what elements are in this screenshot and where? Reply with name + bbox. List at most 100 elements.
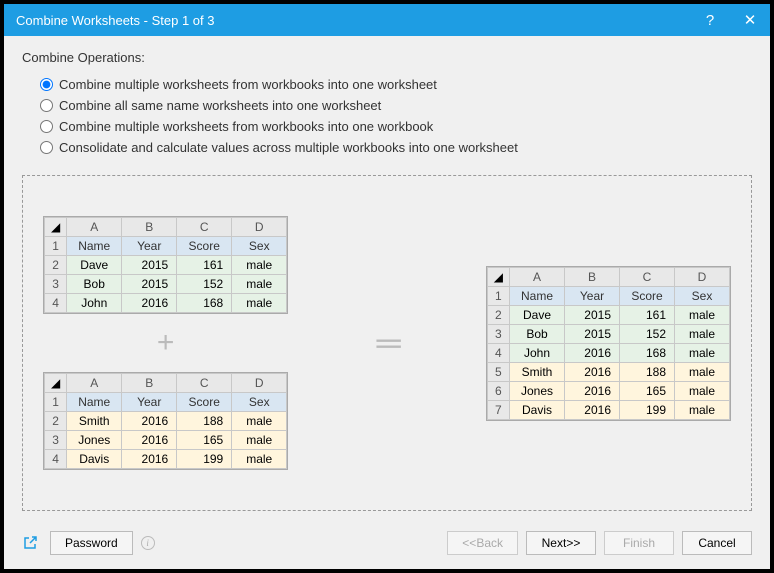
- select-all-corner: ◢: [487, 267, 509, 286]
- radio-input-2[interactable]: [40, 99, 53, 112]
- cell: Name: [510, 286, 565, 305]
- cell: Score: [620, 286, 675, 305]
- source-sheets: ◢ABCD 1NameYearScoreSex 2Dave2015161male…: [43, 216, 288, 470]
- cell: Bob: [510, 324, 565, 343]
- cell: male: [232, 275, 287, 294]
- radio-label: Combine multiple worksheets from workboo…: [59, 119, 433, 134]
- radio-label: Combine multiple worksheets from workboo…: [59, 77, 437, 92]
- cell: male: [232, 256, 287, 275]
- row-header: 3: [45, 431, 67, 450]
- col-header: B: [122, 374, 177, 393]
- col-header: C: [620, 267, 675, 286]
- col-header: C: [177, 374, 232, 393]
- select-all-corner: ◢: [45, 218, 67, 237]
- cell: 188: [620, 362, 675, 381]
- cell: 152: [620, 324, 675, 343]
- titlebar: Combine Worksheets - Step 1 of 3 ? ✕: [4, 4, 770, 36]
- cell: Dave: [510, 305, 565, 324]
- source-sheet-1: ◢ABCD 1NameYearScoreSex 2Dave2015161male…: [43, 216, 288, 314]
- row-header: 4: [45, 294, 67, 313]
- password-button[interactable]: Password: [50, 531, 133, 555]
- plus-icon: +: [157, 326, 175, 360]
- cell: 168: [177, 294, 232, 313]
- row-header: 4: [45, 450, 67, 469]
- cell: John: [67, 294, 122, 313]
- radio-input-4[interactable]: [40, 141, 53, 154]
- radio-label: Combine all same name worksheets into on…: [59, 98, 381, 113]
- col-header: A: [67, 218, 122, 237]
- close-button[interactable]: ✕: [730, 4, 770, 36]
- cell: Smith: [67, 412, 122, 431]
- help-button[interactable]: ?: [690, 4, 730, 36]
- col-header: A: [67, 374, 122, 393]
- cell: male: [675, 400, 730, 419]
- radio-into-workbook[interactable]: Combine multiple worksheets from workboo…: [40, 119, 752, 134]
- cell: Name: [67, 237, 122, 256]
- cell: Sex: [675, 286, 730, 305]
- row-header: 3: [45, 275, 67, 294]
- row-header: 7: [487, 400, 509, 419]
- source-sheet-2: ◢ABCD 1NameYearScoreSex 2Smith2016188mal…: [43, 372, 288, 470]
- cell: 2015: [565, 305, 620, 324]
- cell: male: [232, 294, 287, 313]
- cell: male: [232, 450, 287, 469]
- row-header: 2: [45, 412, 67, 431]
- back-button: <<Back: [447, 531, 518, 555]
- cell: Smith: [510, 362, 565, 381]
- preview-panel: ◢ABCD 1NameYearScoreSex 2Dave2015161male…: [22, 175, 752, 511]
- next-button[interactable]: Next>>: [526, 531, 596, 555]
- col-header: D: [232, 218, 287, 237]
- cell: 188: [177, 412, 232, 431]
- cell: Davis: [67, 450, 122, 469]
- radio-input-1[interactable]: [40, 78, 53, 91]
- cell: 165: [177, 431, 232, 450]
- row-header: 1: [45, 237, 67, 256]
- radio-input-3[interactable]: [40, 120, 53, 133]
- cell: Score: [177, 393, 232, 412]
- col-header: D: [232, 374, 287, 393]
- cell: male: [232, 431, 287, 450]
- cell: 168: [620, 343, 675, 362]
- cell: 2015: [565, 324, 620, 343]
- cell: 2016: [122, 431, 177, 450]
- radio-label: Consolidate and calculate values across …: [59, 140, 518, 155]
- radio-combine-into-worksheet[interactable]: Combine multiple worksheets from workboo…: [40, 77, 752, 92]
- row-header: 2: [487, 305, 509, 324]
- col-header: D: [675, 267, 730, 286]
- result-sheet: ◢ABCD 1NameYearScoreSex 2Dave2015161male…: [486, 266, 731, 421]
- content-area: Combine Operations: Combine multiple wor…: [4, 36, 770, 521]
- row-header: 1: [45, 393, 67, 412]
- row-header: 5: [487, 362, 509, 381]
- col-header: A: [510, 267, 565, 286]
- cancel-button[interactable]: Cancel: [682, 531, 752, 555]
- equals-icon: ═: [376, 324, 397, 363]
- cell: Score: [177, 237, 232, 256]
- dialog-window: Combine Worksheets - Step 1 of 3 ? ✕ Com…: [0, 0, 774, 573]
- window-title: Combine Worksheets - Step 1 of 3: [16, 13, 690, 28]
- row-header: 3: [487, 324, 509, 343]
- cell: Sex: [232, 237, 287, 256]
- cell: Name: [67, 393, 122, 412]
- share-icon[interactable]: [22, 535, 38, 551]
- cell: John: [510, 343, 565, 362]
- cell: Year: [565, 286, 620, 305]
- cell: 2016: [565, 362, 620, 381]
- row-header: 2: [45, 256, 67, 275]
- cell: Jones: [67, 431, 122, 450]
- col-header: B: [122, 218, 177, 237]
- cell: 2016: [565, 400, 620, 419]
- cell: 2016: [122, 450, 177, 469]
- cell: 2015: [122, 256, 177, 275]
- cell: Year: [122, 237, 177, 256]
- cell: male: [675, 362, 730, 381]
- info-icon[interactable]: i: [141, 536, 155, 550]
- cell: 199: [177, 450, 232, 469]
- radio-same-name[interactable]: Combine all same name worksheets into on…: [40, 98, 752, 113]
- cell: male: [675, 381, 730, 400]
- row-header: 4: [487, 343, 509, 362]
- finish-button: Finish: [604, 531, 674, 555]
- radio-consolidate[interactable]: Consolidate and calculate values across …: [40, 140, 752, 155]
- cell: Jones: [510, 381, 565, 400]
- footer: Password i <<Back Next>> Finish Cancel: [4, 521, 770, 569]
- row-header: 6: [487, 381, 509, 400]
